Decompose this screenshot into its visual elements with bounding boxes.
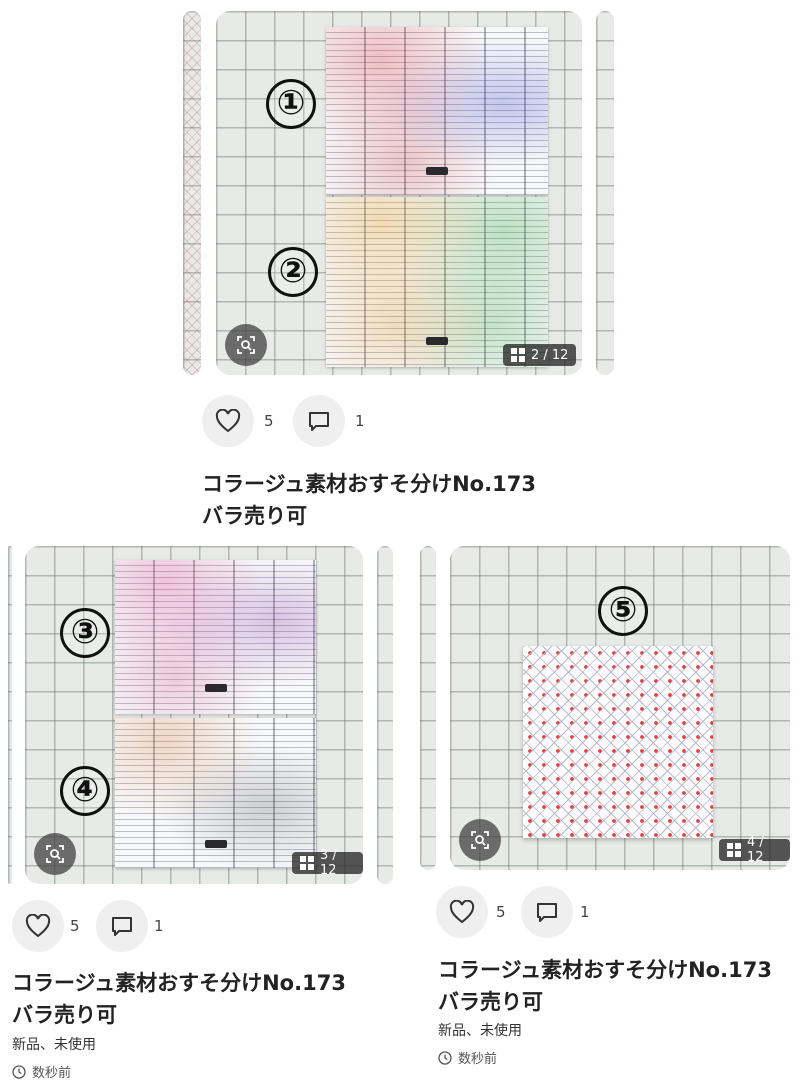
previous-image-peek[interactable] [183,11,201,375]
image-counter: 2 / 12 [531,347,569,363]
comment-button[interactable] [293,395,345,447]
clock-icon [438,1050,452,1065]
red-dot-pattern-sheet [523,646,713,838]
collage-sheet-2 [326,197,548,367]
item-timestamp: 数秒前 [438,1048,497,1067]
gallery-icon [727,843,741,857]
comment-button[interactable] [521,886,573,938]
product-image-carousel[interactable]: ⑤ 4 / 12 [450,546,790,870]
item-title-line2: バラ売り可 [438,990,543,1014]
next-image-peek[interactable] [596,11,614,375]
next-image-peek[interactable] [377,546,393,884]
image-search-icon [471,831,489,849]
image-search-icon [237,336,255,354]
item-title[interactable]: コラージュ素材おすそ分けNo.173 バラ売り可 [12,967,392,1031]
item-title-line1: コラージュ素材おすそ分けNo.173 [12,971,346,995]
heart-icon [449,900,475,924]
comment-icon [537,903,557,922]
item-time-label: 数秒前 [458,1052,498,1067]
item-condition: 新品、未使用 [438,1023,522,1039]
image-search-icon [46,845,64,863]
like-count: 5 [496,903,506,921]
clock-icon [12,1064,26,1079]
like-button[interactable] [202,395,254,447]
image-counter-badge: 3 / 12 [292,848,363,878]
item-title-line1: コラージュ素材おすそ分けNo.173 [438,958,772,982]
label-1: ① [266,79,316,129]
gallery-icon [300,856,314,870]
label-2: ② [268,247,318,297]
image-search-button[interactable] [34,833,76,875]
like-count: 5 [70,917,80,935]
heart-icon [25,914,51,938]
gallery-icon [511,348,525,362]
product-image-carousel[interactable]: ③ ④ 3 / 12 [25,546,363,884]
label-3: ③ [60,608,110,658]
comment-icon [112,917,132,936]
previous-image-peek[interactable] [8,546,12,884]
collage-sheet-3 [115,560,316,714]
item-title[interactable]: コラージュ素材おすそ分けNo.173 バラ売り可 [202,468,622,532]
item-title[interactable]: コラージュ素材おすそ分けNo.173 バラ売り可 [438,954,803,1018]
like-button[interactable] [12,900,64,952]
previous-image-peek[interactable] [420,546,436,870]
image-search-button[interactable] [225,324,267,366]
label-5: ⑤ [598,586,648,636]
comment-count: 1 [355,412,365,430]
item-title-line1: コラージュ素材おすそ分けNo.173 [202,472,536,496]
product-image-carousel[interactable]: ① ② 2 / 12 [216,11,582,375]
item-title-line2: バラ売り可 [12,1003,117,1027]
comment-button[interactable] [96,900,148,952]
image-search-button[interactable] [459,819,501,861]
label-4: ④ [60,766,110,816]
comment-count: 1 [154,917,164,935]
image-counter: 3 / 12 [320,848,337,878]
item-condition: 新品、未使用 [12,1037,96,1053]
heart-icon [215,409,241,433]
item-time-label: 数秒前 [32,1066,72,1081]
like-count: 5 [264,412,274,430]
like-button[interactable] [436,886,488,938]
image-counter-badge: 2 / 12 [503,344,577,366]
image-counter: 4 / 12 [747,835,764,865]
collage-sheet-4 [115,718,316,868]
comment-count: 1 [580,903,590,921]
item-title-line2: バラ売り可 [202,504,307,528]
image-counter-badge: 4 / 12 [719,835,790,865]
item-timestamp: 数秒前 [12,1062,71,1081]
comment-icon [309,412,329,431]
collage-sheet-1 [326,27,548,195]
